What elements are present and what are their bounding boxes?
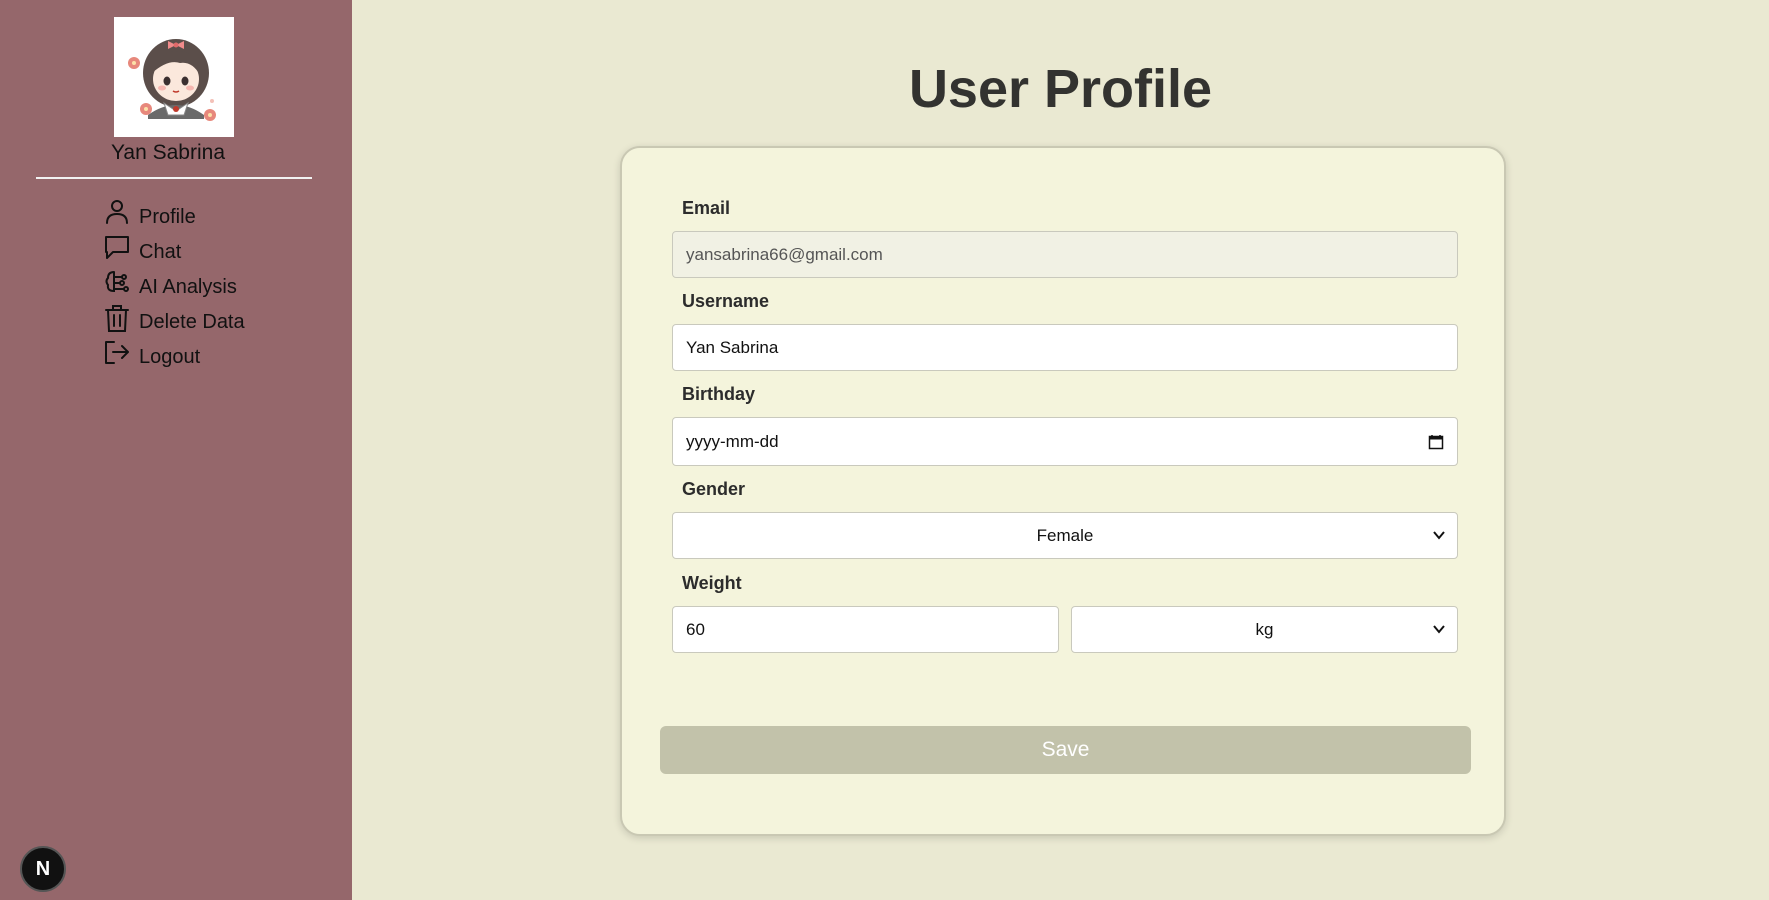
- sidebar-item-chat[interactable]: Chat: [104, 229, 245, 264]
- weight-unit-select[interactable]: kg: [1071, 606, 1458, 653]
- sidebar-item-label: Delete Data: [139, 311, 245, 333]
- avatar-illustration: [128, 39, 216, 121]
- weight-unit-value: kg: [1255, 619, 1274, 639]
- weight-field[interactable]: 60: [672, 606, 1059, 653]
- birthday-placeholder: yyyy-mm-dd: [686, 431, 779, 451]
- email-label: Email: [682, 198, 731, 218]
- sidebar-user-name: Yan Sabrina: [110, 141, 226, 164]
- sidebar-item-logout[interactable]: Logout: [104, 334, 245, 369]
- page-title: User Profile: [908, 59, 1213, 119]
- sidebar-item-label: AI Analysis: [139, 276, 237, 298]
- sidebar-item-ai-analysis[interactable]: AI Analysis: [104, 264, 245, 299]
- email-field: yansabrina66@gmail.com: [672, 231, 1458, 278]
- sidebar-nav: Profile Chat AI Analysis Delete Data Log…: [104, 194, 245, 369]
- sidebar-item-label: Profile: [139, 206, 196, 228]
- username-value: Yan Sabrina: [686, 337, 779, 357]
- weight-value: 60: [686, 619, 705, 639]
- chevron-down-icon: [1433, 625, 1445, 634]
- gender-select[interactable]: Female: [672, 512, 1458, 559]
- sidebar: Yan Sabrina Profile Chat AI Analysis Del…: [0, 0, 352, 900]
- birthday-field[interactable]: yyyy-mm-dd: [672, 417, 1458, 466]
- sidebar-item-profile[interactable]: Profile: [104, 194, 245, 229]
- logout-icon: [104, 339, 130, 369]
- birthday-label: Birthday: [682, 384, 756, 404]
- username-label: Username: [682, 291, 770, 311]
- user-icon: [104, 199, 130, 229]
- chat-icon: [104, 234, 130, 264]
- save-button[interactable]: Save: [660, 726, 1471, 774]
- username-field[interactable]: Yan Sabrina: [672, 324, 1458, 371]
- sidebar-item-delete-data[interactable]: Delete Data: [104, 299, 245, 334]
- avatar: [114, 17, 234, 137]
- chevron-down-icon: [1433, 531, 1445, 540]
- nextjs-badge[interactable]: N: [20, 846, 66, 892]
- gender-value: Female: [1036, 525, 1094, 545]
- sidebar-item-label: Chat: [139, 241, 182, 263]
- calendar-icon[interactable]: [1428, 434, 1444, 450]
- brain-icon: [104, 269, 130, 299]
- trash-icon: [104, 304, 130, 334]
- sidebar-divider: [36, 177, 312, 179]
- weight-label: Weight: [682, 573, 742, 593]
- profile-form-card: Email yansabrina66@gmail.com Username Ya…: [620, 146, 1506, 836]
- gender-label: Gender: [682, 479, 746, 499]
- sidebar-item-label: Logout: [139, 346, 201, 368]
